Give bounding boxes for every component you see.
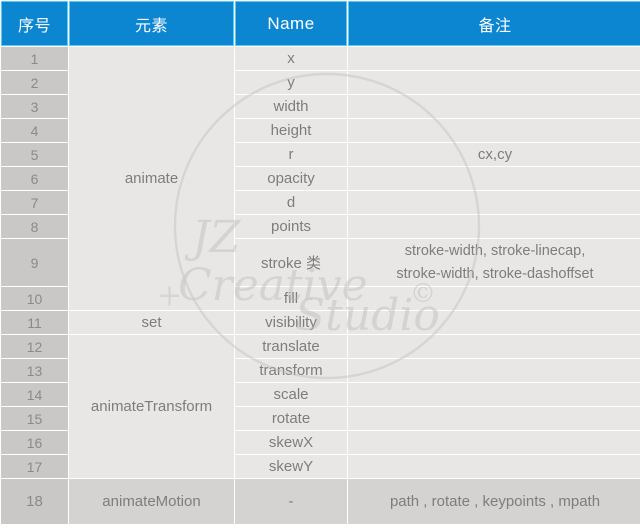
row-index: 12 (1, 335, 68, 358)
row-remark (348, 335, 640, 358)
row-remark: cx,cy (348, 143, 640, 166)
row-remark (348, 71, 640, 94)
row-index: 9 (1, 239, 68, 286)
row-remark: stroke-width, stroke-linecap, stroke-wid… (348, 239, 640, 286)
row-name: scale (235, 383, 347, 406)
row-remark (348, 167, 640, 190)
row-index: 6 (1, 167, 68, 190)
table-row: 12 animateTransform translate (1, 335, 640, 478)
row-remark (348, 119, 640, 142)
row-index: 7 (1, 191, 68, 214)
row-remark-line2: stroke-width, stroke-dashoffset (396, 265, 594, 282)
row-index: 5 (1, 143, 68, 166)
row-remark (348, 431, 640, 454)
row-remark (348, 407, 640, 430)
column-header-remark: 备注 (348, 1, 640, 46)
row-index: 8 (1, 215, 68, 238)
row-name: rotate (235, 407, 347, 430)
row-name: skewX (235, 431, 347, 454)
row-name: visibility (235, 311, 347, 334)
row-name: y (235, 71, 347, 94)
table-header-row: 序号 元素 Name 备注 (1, 1, 640, 46)
element-group-animate: animate (69, 47, 234, 310)
column-header-element: 元素 (69, 1, 234, 46)
row-remark: path , rotate , keypoints , mpath (348, 479, 640, 524)
row-name: translate (235, 335, 347, 358)
element-group-animatetransform: animateTransform (69, 335, 234, 478)
row-name: x (235, 47, 347, 70)
element-group-set: set (69, 311, 234, 334)
element-group-animatemotion: animateMotion (69, 479, 234, 524)
row-index: 1 (1, 47, 68, 70)
row-remark (348, 215, 640, 238)
row-name: height (235, 119, 347, 142)
row-name: skewY (235, 455, 347, 478)
row-remark (348, 287, 640, 310)
table-row: 18 animateMotion - path , rotate , keypo… (1, 479, 640, 524)
row-remark (348, 95, 640, 118)
row-name: stroke 类 (235, 239, 347, 286)
row-remark (348, 47, 640, 70)
row-index: 10 (1, 287, 68, 310)
row-name: d (235, 191, 347, 214)
column-header-index: 序号 (1, 1, 68, 46)
row-name: fill (235, 287, 347, 310)
row-index: 18 (1, 479, 68, 524)
screenshot-root: JZ Creative Studio © + 序号 元素 Name 备注 1 a… (0, 0, 640, 532)
table-row: 1 animate x (1, 47, 640, 310)
column-header-name: Name (235, 1, 347, 46)
row-index: 17 (1, 455, 68, 478)
row-index: 11 (1, 311, 68, 334)
row-name: points (235, 215, 347, 238)
row-index: 4 (1, 119, 68, 142)
table-row: 11 set visibility (1, 311, 640, 334)
row-remark (348, 311, 640, 334)
svg-animation-attribute-table: 序号 元素 Name 备注 1 animate x 2 y 3 width 4 … (0, 0, 640, 525)
row-name: transform (235, 359, 347, 382)
row-index: 15 (1, 407, 68, 430)
row-remark (348, 455, 640, 478)
row-remark (348, 191, 640, 214)
row-name: width (235, 95, 347, 118)
row-index: 3 (1, 95, 68, 118)
row-name: - (235, 479, 347, 524)
row-remark (348, 359, 640, 382)
row-index: 16 (1, 431, 68, 454)
row-name: opacity (235, 167, 347, 190)
row-index: 2 (1, 71, 68, 94)
row-remark (348, 383, 640, 406)
row-index: 14 (1, 383, 68, 406)
row-name: r (235, 143, 347, 166)
row-remark-line1: stroke-width, stroke-linecap, (404, 243, 586, 260)
row-index: 13 (1, 359, 68, 382)
